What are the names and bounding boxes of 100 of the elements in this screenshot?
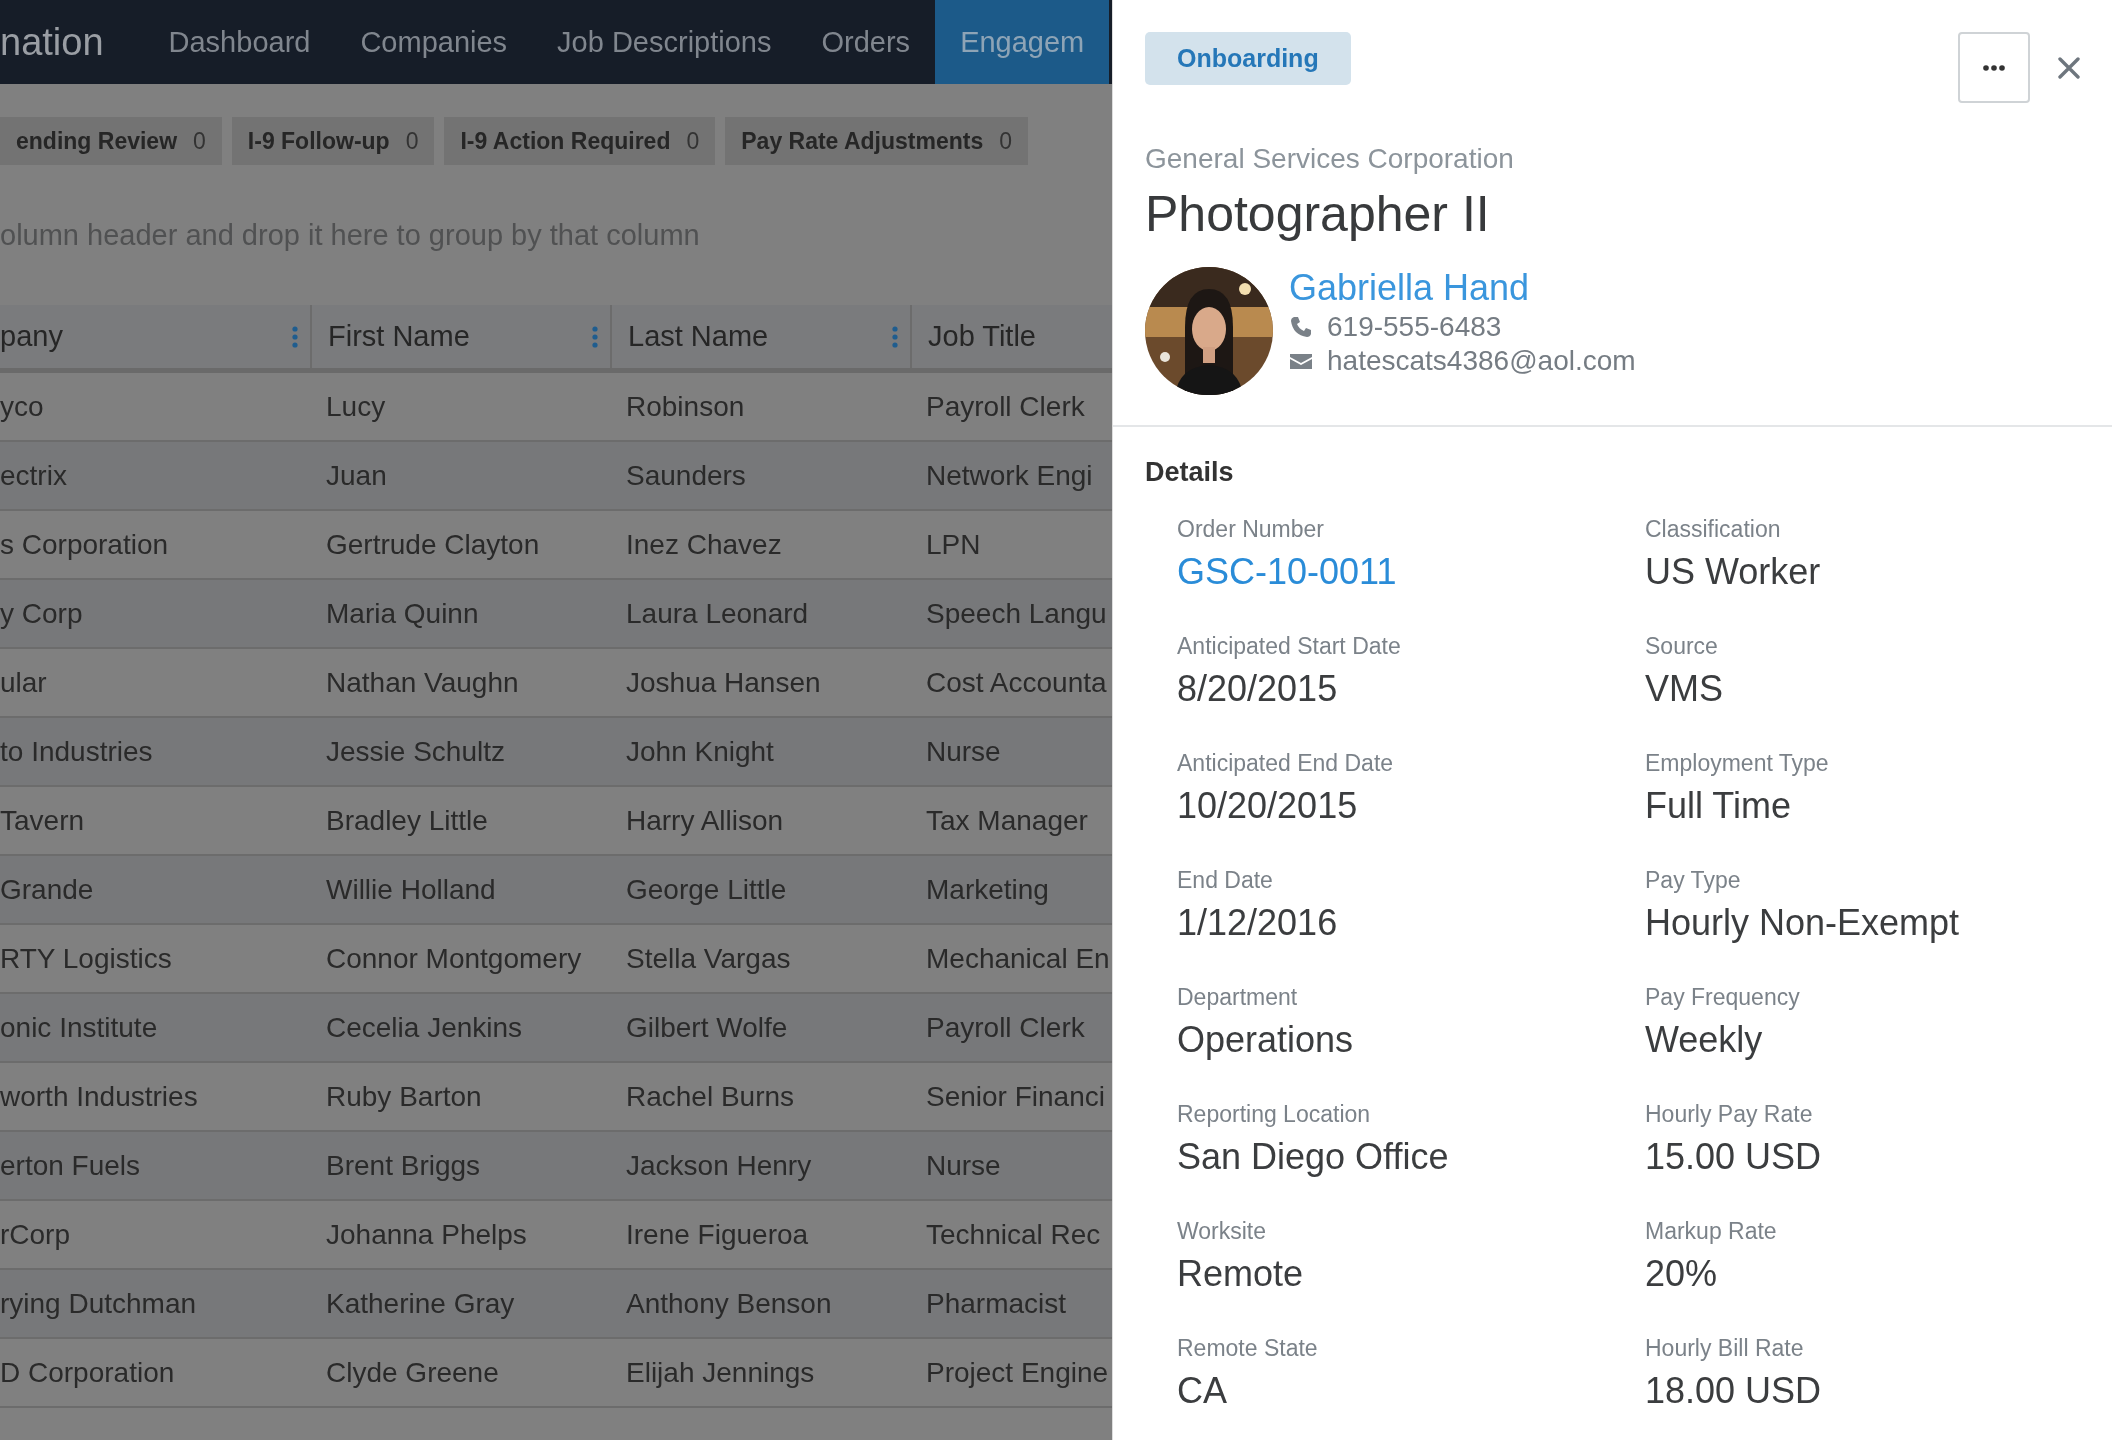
- table-cell-text: Joshua Hansen: [625, 665, 822, 700]
- nav-tab[interactable]: Engagem: [935, 0, 1110, 84]
- tab-count: 0: [193, 127, 206, 155]
- tab-label: I-9 Follow-up: [247, 127, 390, 155]
- table-cell-text: Lucy: [325, 389, 387, 424]
- field-value: CA: [1177, 1370, 1228, 1412]
- table-cell-text: Harry Allison: [625, 803, 785, 838]
- nav-tab[interactable]: Job Descriptions: [532, 0, 797, 84]
- order-number-link[interactable]: GSC-10-0011: [1177, 551, 1645, 593]
- column-menu-icon[interactable]: [592, 325, 598, 348]
- table-cell-text: Marketing: [925, 872, 1050, 907]
- column-menu-icon[interactable]: [892, 325, 898, 348]
- field-label: Hourly Bill Rate: [1645, 1335, 1805, 1362]
- job-title: Photographer II: [1145, 185, 1491, 243]
- tab-count: 0: [686, 127, 700, 155]
- field-value: US Worker: [1645, 551, 1822, 593]
- table-cell-text: Rachel Burns: [625, 1079, 796, 1114]
- column-header[interactable]: Last Name: [610, 305, 910, 368]
- table-cell-text: rying Dutchman: [0, 1286, 198, 1321]
- field-label: Pay Frequency: [1645, 984, 1801, 1011]
- table-cell-text: yco: [0, 389, 45, 424]
- field-value: 10/20/2015: [1177, 785, 1359, 827]
- field-value: 1/12/2016: [1177, 902, 1339, 944]
- field-value: San Diego Office: [1177, 1136, 1450, 1178]
- table-cell-text: s Corporation: [0, 527, 170, 562]
- email-address: hatescats4386@aol.com: [1327, 345, 1636, 377]
- table-cell-text: onic Institute: [0, 1010, 159, 1045]
- table-cell-text: Inez Chavez: [625, 527, 783, 562]
- column-header[interactable]: First Name: [310, 305, 610, 368]
- table-cell-text: Nurse: [925, 1148, 1002, 1183]
- field-value: Full Time: [1645, 785, 1793, 827]
- table-cell-text: erton Fuels: [0, 1148, 142, 1183]
- table-cell-text: Nurse: [925, 734, 1002, 769]
- table-cell-text: John Knight: [625, 734, 775, 769]
- field-value: 15.00 USD: [1645, 1136, 1823, 1178]
- field-label: Employment Type: [1645, 750, 1830, 777]
- table-cell-text: Senior Financi: [925, 1079, 1106, 1114]
- table-cell-text: D Corporation: [0, 1355, 176, 1390]
- queue-tab[interactable]: I-9 Follow-up 0: [231, 117, 435, 165]
- field-value: Operations: [1177, 1019, 1355, 1061]
- logo[interactable]: nation: [0, 20, 144, 64]
- table-cell-text: Nathan Vaughn: [325, 665, 520, 700]
- table-cell-text: Speech Langu: [925, 596, 1108, 631]
- table-cell-text: Juan: [325, 458, 388, 493]
- table-cell-text: Mechanical En: [925, 941, 1111, 976]
- tab-label: Pay Rate Adjustments: [741, 127, 984, 155]
- table-cell-text: Connor Montgomery: [325, 941, 583, 976]
- table-cell-text: Willie Holland: [325, 872, 497, 907]
- field-value: 18.00 USD: [1645, 1370, 1823, 1412]
- table-cell-text: Gertrude Clayton: [325, 527, 541, 562]
- table-cell-text: RTY Logistics: [0, 941, 173, 976]
- table-cell-text: ectrix: [0, 458, 68, 493]
- field-label: Anticipated Start Date: [1177, 633, 1402, 660]
- table-cell-text: Elijah Jennings: [625, 1355, 816, 1390]
- nav-tab[interactable]: Companies: [335, 0, 533, 84]
- table-cell-text: Clyde Greene: [325, 1355, 500, 1390]
- table-cell-text: Cost Accounta: [925, 665, 1108, 700]
- queue-tab[interactable]: ending Review 0: [0, 117, 222, 165]
- field-label: Hourly Pay Rate: [1645, 1101, 1814, 1128]
- nav-tab[interactable]: Orders: [796, 0, 936, 84]
- table-cell-text: Cecelia Jenkins: [325, 1010, 524, 1045]
- table-cell-text: rCorp: [0, 1217, 71, 1252]
- table-cell-text: Technical Rec: [925, 1217, 1102, 1252]
- table-cell-text: Irene Figueroa: [625, 1217, 810, 1252]
- table-cell-text: LPN: [925, 527, 982, 562]
- contact-name-link[interactable]: Gabriella Hand: [1289, 267, 1636, 309]
- field-label: Order Number: [1177, 516, 1325, 543]
- table-cell-text: Project Engine: [925, 1355, 1110, 1390]
- table-cell-text: worth Industries: [0, 1079, 199, 1114]
- table-cell-text: Bradley Little: [325, 803, 489, 838]
- tab-label: I-9 Action Required: [460, 127, 671, 155]
- table-cell-text: Jessie Schultz: [325, 734, 506, 769]
- close-icon[interactable]: [2058, 56, 2080, 79]
- field-label: Anticipated End Date: [1177, 750, 1395, 777]
- table-cell-text: Johanna Phelps: [325, 1217, 528, 1252]
- table-cell-text: Brent Briggs: [325, 1148, 482, 1183]
- table-cell-text: Payroll Clerk: [925, 389, 1086, 424]
- table-cell-text: Stella Vargas: [625, 941, 792, 976]
- column-header[interactable]: pany: [0, 305, 310, 368]
- field-label: Markup Rate: [1645, 1218, 1778, 1245]
- section-heading: Details: [1145, 457, 1235, 488]
- field-label: Classification: [1645, 516, 1782, 543]
- table-cell-text: Jackson Henry: [625, 1148, 813, 1183]
- field-value: 8/20/2015: [1177, 668, 1339, 710]
- table-cell-text: Network Engi: [925, 458, 1094, 493]
- more-button[interactable]: [1958, 32, 2030, 103]
- field-value: Hourly Non-Exempt: [1645, 902, 1961, 944]
- field-value: Remote: [1177, 1253, 1305, 1295]
- queue-tab[interactable]: I-9 Action Required 0: [444, 117, 716, 165]
- table-cell-text: ular: [0, 665, 48, 700]
- company-name: General Services Corporation: [1145, 143, 1515, 175]
- column-menu-icon[interactable]: [292, 325, 298, 348]
- table-cell-text: Maria Quinn: [325, 596, 480, 631]
- table-cell-text: Tavern: [0, 803, 86, 838]
- field-label: Source: [1645, 633, 1719, 660]
- table-cell-text: Gilbert Wolfe: [625, 1010, 789, 1045]
- field-label: Worksite: [1177, 1218, 1268, 1245]
- nav-tab[interactable]: Dashboard: [143, 0, 336, 84]
- queue-tab[interactable]: Pay Rate Adjustments 0: [725, 117, 1029, 165]
- field-label: Reporting Location: [1177, 1101, 1372, 1128]
